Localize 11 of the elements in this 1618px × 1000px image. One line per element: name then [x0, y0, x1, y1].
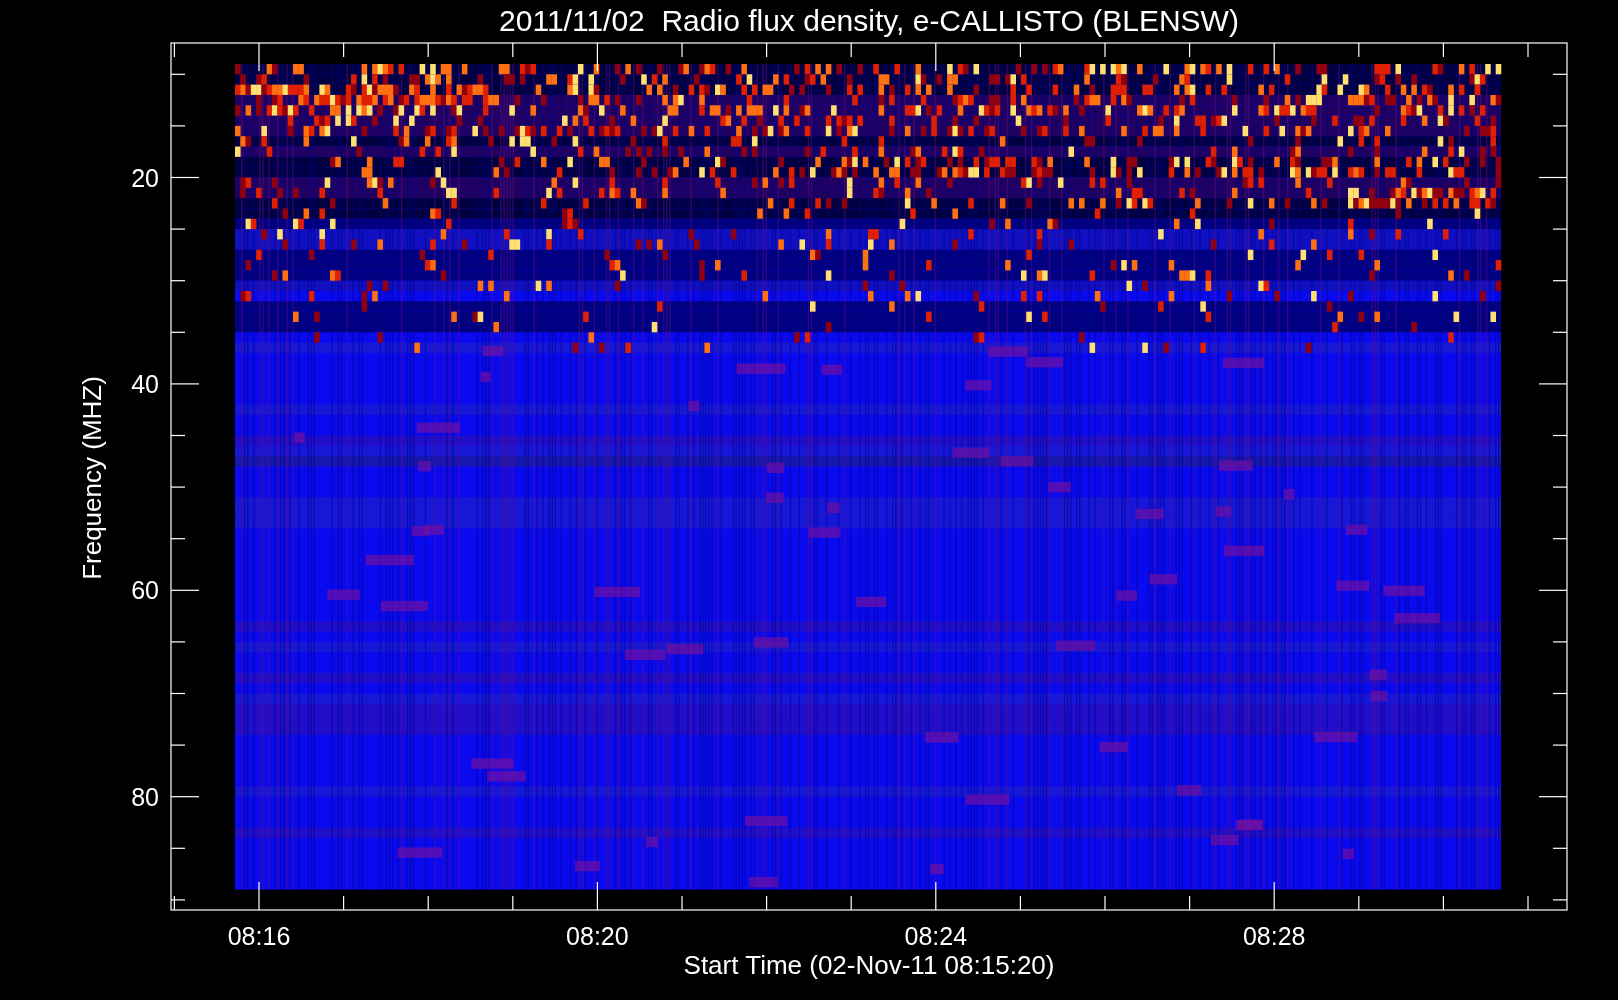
- tick-label: 08:24: [904, 922, 968, 950]
- tick-label: 40: [131, 369, 159, 398]
- tick-label: 20: [131, 163, 159, 192]
- plot-title: 2011/11/02 Radio flux density, e-CALLISTO (BLENSW): [499, 4, 1239, 37]
- tick-label: 80: [131, 782, 159, 811]
- tick-label: 60: [131, 576, 159, 605]
- axis-label: Frequency (MHZ): [77, 376, 107, 580]
- tick-label: 08:20: [566, 922, 629, 950]
- tick-label: 08:16: [227, 922, 291, 950]
- tick-label: 08:28: [1242, 922, 1306, 950]
- axis-label: Start Time (02-Nov-11 08:15:20): [683, 950, 1055, 980]
